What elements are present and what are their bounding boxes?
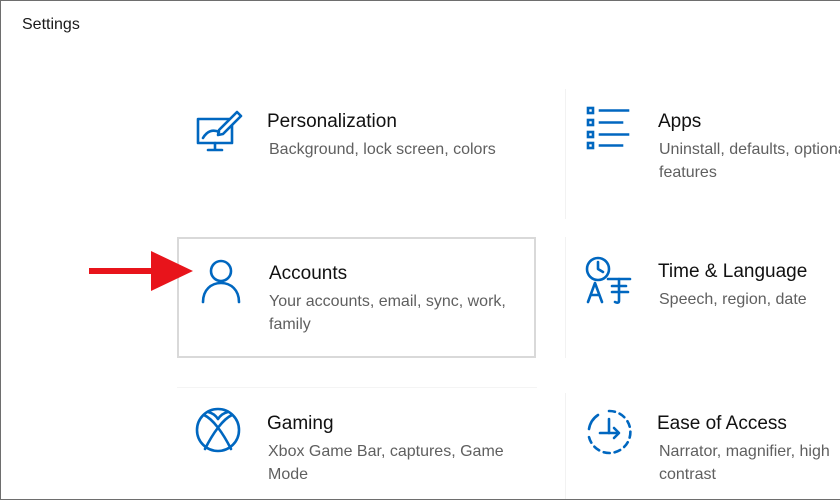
row-divider: [177, 387, 537, 388]
tile-description: Your accounts, email, sync, work, family: [269, 293, 506, 333]
xbox-icon: [193, 405, 243, 455]
ease-of-access-icon: [584, 407, 634, 457]
tile-description: Background, lock screen, colors: [269, 141, 496, 158]
tile-name: Apps: [658, 111, 702, 132]
settings-window: Settings Personalization Background, loc…: [0, 0, 840, 500]
time-language-icon: [584, 255, 634, 305]
tile-apps[interactable]: Apps Uninstall, defaults, optional featu…: [565, 89, 840, 219]
annotation-arrow-icon: [89, 251, 193, 291]
person-icon: [196, 256, 246, 306]
tile-time-language[interactable]: Time & Language Speech, region, date: [565, 237, 840, 358]
tile-name: Time & Language: [658, 261, 808, 282]
tile-accounts[interactable]: Accounts Your accounts, email, sync, wor…: [177, 237, 536, 358]
tile-name: Gaming: [267, 413, 334, 434]
apps-icon: [582, 101, 632, 151]
tile-personalization[interactable]: Personalization Background, lock screen,…: [177, 89, 537, 219]
tile-description: Uninstall, defaults, optional features: [659, 141, 840, 181]
tile-description: Xbox Game Bar, captures, Game Mode: [268, 443, 504, 483]
tile-ease-of-access[interactable]: Ease of Access Narrator, magnifier, high…: [565, 393, 840, 499]
tile-gaming[interactable]: Gaming Xbox Game Bar, captures, Game Mod…: [177, 393, 537, 499]
tile-name: Ease of Access: [657, 413, 787, 434]
tile-description: Narrator, magnifier, high contrast: [659, 443, 830, 483]
personalization-icon: [193, 107, 243, 157]
tile-description: Speech, region, date: [659, 291, 807, 308]
window-title: Settings: [22, 16, 80, 33]
tile-name: Accounts: [269, 263, 348, 284]
tile-name: Personalization: [267, 111, 397, 132]
